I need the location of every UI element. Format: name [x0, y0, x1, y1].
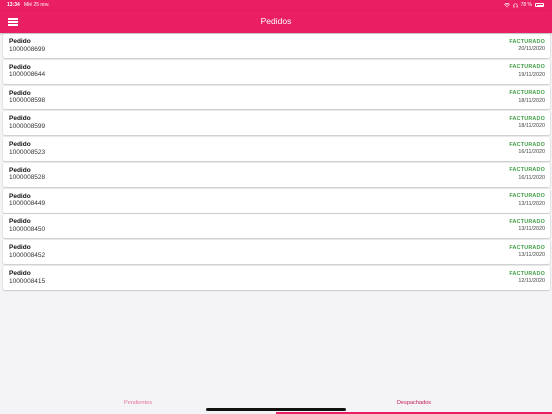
- home-indicator: [206, 408, 346, 411]
- order-card[interactable]: Pedido 1000008699 FACTURADO 20/11/2020: [3, 34, 550, 58]
- order-number: 1000008699: [9, 45, 46, 53]
- order-status-badge: FACTURADO: [509, 244, 545, 251]
- order-number: 1000008450: [9, 225, 46, 233]
- status-indicators: 78 %: [503, 2, 544, 8]
- order-label: Pedido: [9, 270, 31, 278]
- order-card[interactable]: Pedido 1000008598 FACTURADO 18/11/2020: [3, 85, 550, 110]
- order-card[interactable]: Pedido 1000008452 FACTURADO 13/11/2020: [3, 240, 550, 265]
- order-status-badge: FACTURADO: [509, 167, 545, 174]
- wifi-icon: [503, 2, 510, 7]
- order-status-badge: FACTURADO: [509, 141, 545, 148]
- order-date: 13/11/2020: [518, 252, 545, 259]
- order-label: Pedido: [9, 166, 31, 174]
- order-status-badge: FACTURADO: [509, 218, 545, 225]
- order-number: 1000008449: [9, 200, 46, 208]
- order-number: 1000008415: [9, 277, 46, 285]
- status-date: Mié 25 nov.: [24, 2, 50, 8]
- order-date: 12/11/2020: [518, 278, 545, 285]
- order-number: 1000008598: [9, 97, 46, 105]
- app-bar: Pedidos: [0, 11, 552, 33]
- status-bar: 13:34 Mié 25 nov. 78 %: [0, 0, 552, 11]
- order-label: Pedido: [9, 218, 31, 226]
- order-date: 20/11/2020: [518, 46, 545, 52]
- order-status-badge: FACTURADO: [509, 193, 545, 200]
- order-date: 19/11/2020: [518, 71, 545, 78]
- order-number: 1000008452: [9, 251, 46, 259]
- order-label: Pedido: [9, 141, 31, 149]
- order-card[interactable]: Pedido 1000008599 FACTURADO 18/11/2020: [3, 111, 550, 136]
- order-date: 18/11/2020: [518, 97, 545, 104]
- order-date: 13/11/2020: [518, 200, 545, 207]
- order-status-badge: FACTURADO: [509, 90, 545, 97]
- order-number: 1000008523: [9, 148, 46, 156]
- order-number: 1000008599: [9, 122, 46, 130]
- order-status-badge: FACTURADO: [509, 115, 545, 122]
- headphones-icon: [512, 3, 518, 7]
- order-number: 1000008644: [9, 71, 46, 79]
- order-label: Pedido: [9, 38, 31, 45]
- order-status-badge: FACTURADO: [509, 270, 545, 277]
- order-date: 16/11/2020: [518, 174, 545, 181]
- order-status-badge: FACTURADO: [509, 38, 545, 45]
- bottom-tabs: Pendientes Despachados: [0, 394, 552, 414]
- battery-percent: 78 %: [520, 2, 532, 8]
- battery-icon: [535, 3, 544, 7]
- order-status-badge: FACTURADO: [509, 64, 545, 71]
- order-date: 18/11/2020: [518, 123, 545, 130]
- tab-pendientes[interactable]: Pendientes: [0, 400, 276, 406]
- order-card[interactable]: Pedido 1000008415 FACTURADO 12/11/2020: [3, 266, 550, 290]
- status-time: 13:34: [7, 2, 20, 8]
- order-card[interactable]: Pedido 1000008523 FACTURADO 16/11/2020: [3, 137, 550, 162]
- order-date: 16/11/2020: [518, 149, 545, 156]
- order-label: Pedido: [9, 115, 31, 123]
- page-title: Pedidos: [260, 16, 292, 26]
- order-label: Pedido: [9, 89, 31, 97]
- tab-despachados[interactable]: Despachados: [276, 400, 552, 406]
- order-card[interactable]: Pedido 1000008644 FACTURADO 19/11/2020: [3, 59, 550, 84]
- order-label: Pedido: [9, 192, 31, 200]
- order-card[interactable]: Pedido 1000008449 FACTURADO 13/11/2020: [3, 188, 550, 213]
- order-card[interactable]: Pedido 1000008450 FACTURADO 13/11/2020: [3, 214, 550, 239]
- order-label: Pedido: [9, 244, 31, 252]
- order-list: Pedido 1000008699 FACTURADO 20/11/2020 Pedid…: [3, 34, 550, 292]
- order-label: Pedido: [9, 63, 31, 71]
- order-card[interactable]: Pedido 1000008528 FACTURADO 16/11/2020: [3, 162, 550, 187]
- order-number: 1000008528: [9, 174, 46, 182]
- order-date: 13/11/2020: [518, 226, 545, 233]
